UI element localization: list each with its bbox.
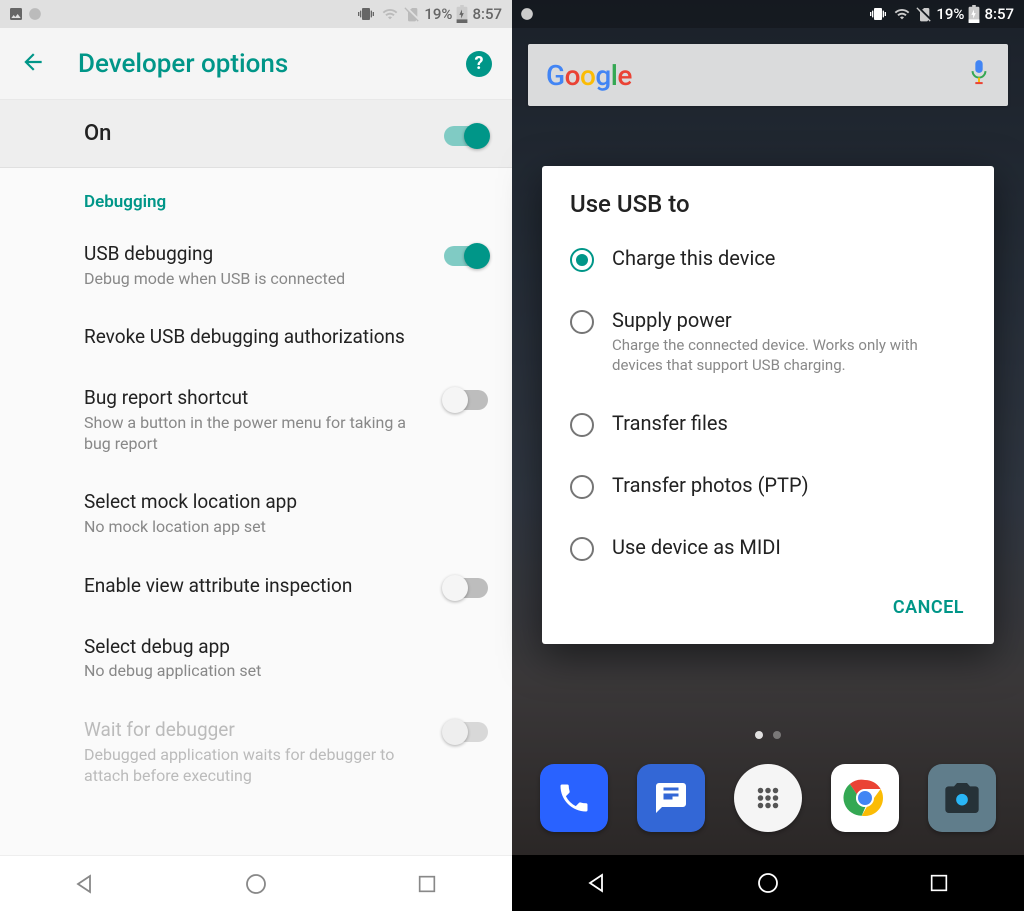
wifi-icon xyxy=(380,6,400,22)
radio-label: Supply power xyxy=(612,308,966,332)
nav-back[interactable] xyxy=(45,864,125,904)
setting-title: Wait for debugger xyxy=(84,718,428,743)
radio-supply-power[interactable]: Supply power Charge the connected device… xyxy=(542,290,994,393)
usb-dialog: Use USB to Charge this device Supply pow… xyxy=(542,166,994,644)
toggle-view-attribute[interactable] xyxy=(444,578,488,598)
master-toggle-row[interactable]: On xyxy=(0,100,512,168)
nav-bar xyxy=(0,855,512,911)
radio-transfer-photos[interactable]: Transfer photos (PTP) xyxy=(542,455,994,517)
radio-transfer-files[interactable]: Transfer files xyxy=(542,393,994,455)
setting-subtitle: Debug mode when USB is connected xyxy=(84,269,428,290)
app-camera[interactable] xyxy=(928,764,996,832)
nav-bar xyxy=(512,855,1024,911)
status-bar: 19% 8:57 xyxy=(512,0,1024,28)
page-dot-active xyxy=(755,731,763,739)
dock xyxy=(512,753,1024,843)
radio-label: Transfer photos (PTP) xyxy=(612,473,809,497)
toggle-usb-debugging[interactable] xyxy=(444,246,488,266)
radio-label: Use device as MIDI xyxy=(612,535,781,559)
radio-button[interactable] xyxy=(570,310,594,334)
setting-revoke-usb[interactable]: Revoke USB debugging authorizations xyxy=(0,307,512,368)
setting-subtitle: Show a button in the power menu for taki… xyxy=(84,413,428,455)
cancel-button[interactable]: CANCEL xyxy=(881,587,976,628)
setting-mock-location[interactable]: Select mock location app No mock locatio… xyxy=(0,472,512,555)
battery-percent: 19% xyxy=(936,5,964,23)
radio-button[interactable] xyxy=(570,248,594,272)
nav-back[interactable] xyxy=(557,863,637,903)
toggle-wait-debugger xyxy=(444,722,488,742)
nav-home[interactable] xyxy=(216,864,296,904)
app-phone[interactable] xyxy=(540,764,608,832)
master-toggle-label: On xyxy=(84,121,444,146)
google-logo: Google xyxy=(546,59,632,92)
app-bar: Developer options ? xyxy=(0,28,512,100)
radio-charge-device[interactable]: Charge this device xyxy=(542,228,994,290)
app-chrome[interactable] xyxy=(831,764,899,832)
app-messages[interactable] xyxy=(637,764,705,832)
clock-time: 8:57 xyxy=(472,5,502,23)
section-header-debugging: Debugging xyxy=(0,168,512,224)
setting-subtitle: Debugged application waits for debugger … xyxy=(84,745,428,787)
setting-title: Bug report shortcut xyxy=(84,386,428,411)
page-dot xyxy=(773,731,781,739)
nav-recent[interactable] xyxy=(387,864,467,904)
setting-view-attribute[interactable]: Enable view attribute inspection xyxy=(0,556,512,617)
no-sim-icon xyxy=(916,6,932,22)
setting-subtitle: No mock location app set xyxy=(84,517,472,538)
nav-recent[interactable] xyxy=(899,863,979,903)
google-search-bar[interactable]: Google xyxy=(528,44,1008,106)
status-bar: 19% 8:57 xyxy=(0,0,512,28)
setting-title: Revoke USB debugging authorizations xyxy=(84,325,472,350)
setting-title: USB debugging xyxy=(84,242,428,267)
no-sim-icon xyxy=(404,6,420,22)
battery-percent: 19% xyxy=(424,5,452,23)
circle-icon xyxy=(28,7,42,21)
setting-wait-for-debugger: Wait for debugger Debugged application w… xyxy=(0,700,512,804)
phone-right: 19% 8:57 Google xyxy=(512,0,1024,911)
radio-button[interactable] xyxy=(570,413,594,437)
setting-title: Select debug app xyxy=(84,635,472,660)
phone-left: 19% 8:57 Developer options ? On Debuggin… xyxy=(0,0,512,911)
setting-subtitle: No debug application set xyxy=(84,661,472,682)
nav-home[interactable] xyxy=(728,863,808,903)
master-toggle[interactable] xyxy=(444,126,488,146)
setting-title: Enable view attribute inspection xyxy=(84,574,428,599)
radio-label: Charge this device xyxy=(612,246,775,270)
page-title: Developer options xyxy=(78,49,434,79)
toggle-bug-report[interactable] xyxy=(444,390,488,410)
mic-icon[interactable] xyxy=(968,58,990,92)
circle-icon xyxy=(520,7,534,21)
radio-label: Transfer files xyxy=(612,411,728,435)
wifi-icon xyxy=(892,6,912,22)
page-indicator xyxy=(512,731,1024,739)
setting-select-debug-app[interactable]: Select debug app No debug application se… xyxy=(0,617,512,700)
battery-icon xyxy=(456,5,468,23)
vibrate-icon xyxy=(868,6,888,22)
setting-usb-debugging[interactable]: USB debugging Debug mode when USB is con… xyxy=(0,224,512,307)
clock-time: 8:57 xyxy=(984,5,1014,23)
radio-button[interactable] xyxy=(570,537,594,561)
battery-icon xyxy=(968,5,980,23)
setting-title: Select mock location app xyxy=(84,490,472,515)
radio-button[interactable] xyxy=(570,475,594,499)
help-button[interactable]: ? xyxy=(466,51,492,77)
settings-list[interactable]: Debugging USB debugging Debug mode when … xyxy=(0,168,512,855)
radio-midi[interactable]: Use device as MIDI xyxy=(542,517,994,579)
vibrate-icon xyxy=(356,6,376,22)
app-drawer[interactable] xyxy=(734,764,802,832)
radio-description: Charge the connected device. Works only … xyxy=(612,336,966,375)
image-icon xyxy=(8,6,24,22)
back-button[interactable] xyxy=(20,49,46,79)
homescreen: Google Use USB to Charge t xyxy=(512,28,1024,855)
setting-bug-report-shortcut[interactable]: Bug report shortcut Show a button in the… xyxy=(0,368,512,472)
dialog-title: Use USB to xyxy=(542,190,994,228)
